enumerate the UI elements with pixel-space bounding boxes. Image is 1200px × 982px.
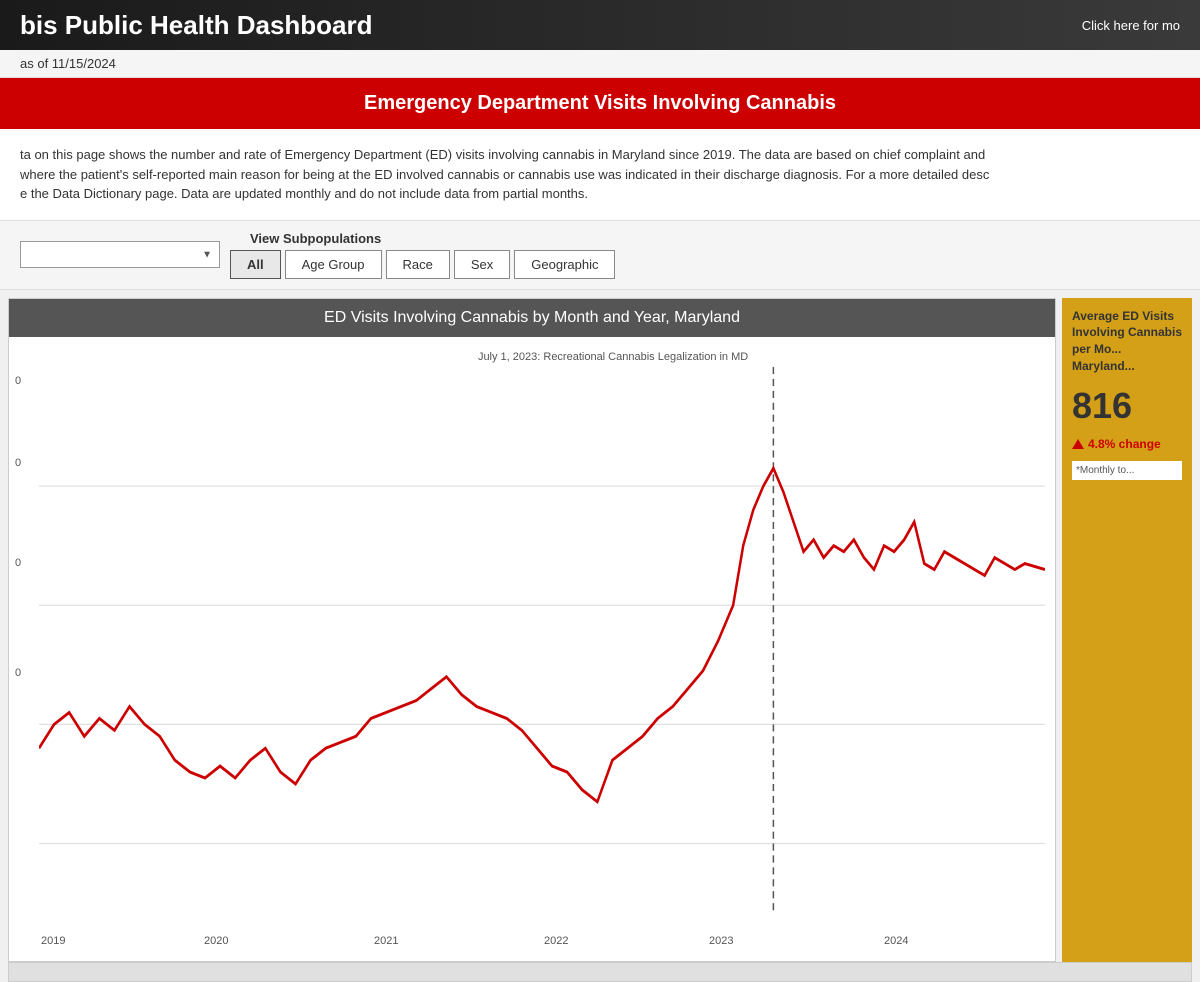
side-panel: Average ED Visits Involving Cannabis per…: [1062, 298, 1192, 962]
chart-inner: July 1, 2023: Recreational Cannabis Lega…: [9, 337, 1055, 955]
description-block: ta on this page shows the number and rat…: [0, 129, 1200, 221]
chart-line: [39, 468, 1045, 802]
subpop-btn-age[interactable]: Age Group: [285, 250, 382, 279]
subpopulation-group: View Subpopulations All Age Group Race S…: [230, 231, 615, 279]
page-title: bis Public Health Dashboard: [20, 10, 373, 41]
filter-dropdown[interactable]: [20, 241, 220, 268]
main-content: ED Visits Involving Cannabis by Month an…: [0, 290, 1200, 962]
x-label-2021: 2021: [374, 935, 398, 947]
x-label-2019: 2019: [41, 935, 65, 947]
chart-title: ED Visits Involving Cannabis by Month an…: [9, 299, 1055, 337]
chart-annotation: July 1, 2023: Recreational Cannabis Lega…: [478, 351, 748, 363]
description-line3: e the Data Dictionary page. Data are upd…: [20, 184, 1180, 204]
description-line2: where the patient's self-reported main r…: [20, 165, 1180, 185]
date-line: as of 11/15/2024: [0, 50, 1200, 78]
subpop-btn-geographic[interactable]: Geographic: [514, 250, 615, 279]
side-panel-change: 4.8% change: [1072, 437, 1182, 451]
chart-scrollbar[interactable]: [8, 962, 1192, 982]
subpop-label: View Subpopulations: [250, 231, 381, 246]
change-text: 4.8% change: [1088, 437, 1161, 451]
side-panel-number: 816: [1072, 385, 1182, 427]
side-panel-title: Average ED Visits Involving Cannabis per…: [1072, 308, 1182, 375]
side-panel-note: *Monthly to...: [1072, 461, 1182, 480]
filter-bar: View Subpopulations All Age Group Race S…: [0, 221, 1200, 290]
y-label-2: 0: [15, 457, 21, 469]
x-label-2020: 2020: [204, 935, 228, 947]
subpop-btn-race[interactable]: Race: [386, 250, 450, 279]
header-link[interactable]: Click here for mo: [1082, 18, 1180, 33]
subpop-btn-all[interactable]: All: [230, 250, 281, 279]
subpop-buttons: All Age Group Race Sex Geographic: [230, 250, 615, 279]
x-label-2024: 2024: [884, 935, 908, 947]
banner-title: Emergency Department Visits Involving Ca…: [364, 92, 836, 114]
chart-container: ED Visits Involving Cannabis by Month an…: [8, 298, 1056, 962]
y-label-top: 0: [15, 375, 21, 387]
filter-select-wrapper: [20, 241, 220, 268]
page-header: bis Public Health Dashboard Click here f…: [0, 0, 1200, 50]
section-banner: Emergency Department Visits Involving Ca…: [0, 78, 1200, 129]
subpop-btn-sex[interactable]: Sex: [454, 250, 510, 279]
x-label-2023: 2023: [709, 935, 733, 947]
date-text: as of 11/15/2024: [20, 56, 116, 71]
y-label-3: 0: [15, 557, 21, 569]
x-label-2022: 2022: [544, 935, 568, 947]
triangle-up-icon: [1072, 439, 1084, 449]
description-line1: ta on this page shows the number and rat…: [20, 145, 1180, 165]
line-chart-svg: [39, 367, 1045, 915]
y-label-4: 0: [15, 667, 21, 679]
